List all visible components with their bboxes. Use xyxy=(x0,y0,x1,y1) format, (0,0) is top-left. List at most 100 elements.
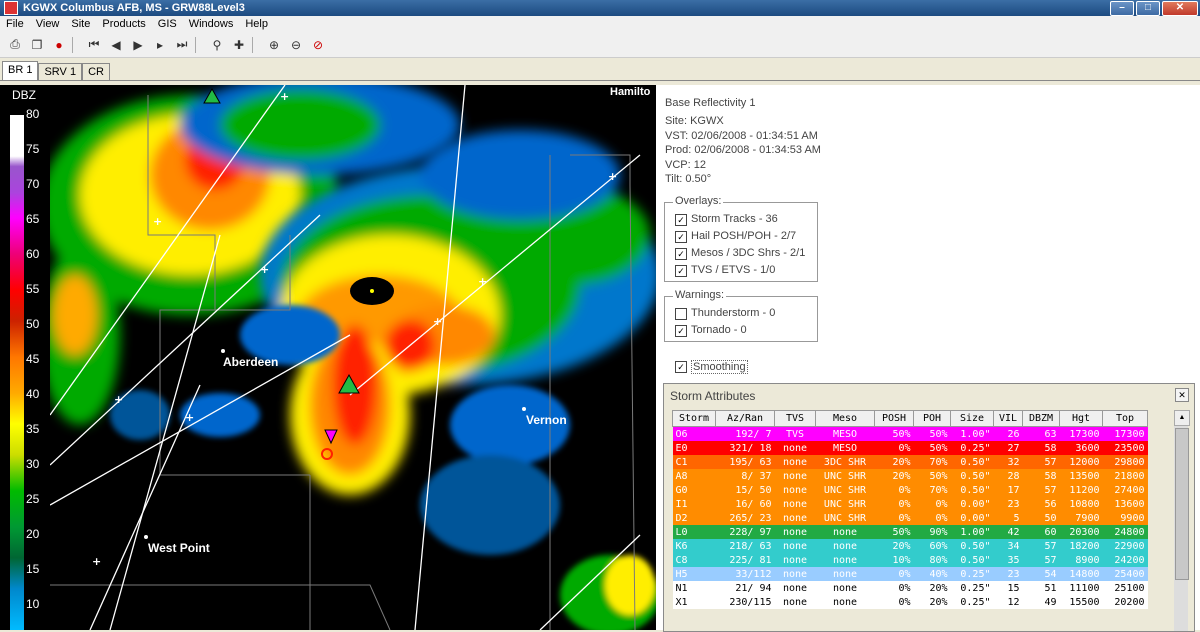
overlay-hail-checkbox[interactable]: ✓ xyxy=(675,231,687,243)
menu-site[interactable]: Site xyxy=(65,18,96,30)
table-cell: 20300 xyxy=(1069,526,1100,538)
table-row[interactable]: C8 225/ 81 none none 10% 80% 0.50" 35 57 8900 2420… xyxy=(672,553,1148,567)
warning-thunderstorm-checkbox[interactable] xyxy=(675,308,687,320)
table-cell: 23 xyxy=(1007,498,1020,510)
maximize-button[interactable]: □ xyxy=(1136,1,1160,16)
table-row[interactable]: E0 321/ 18 none MESO 0% 50% 0.25" 27 58 3600 23500 xyxy=(672,441,1148,455)
tab-br1[interactable]: BR 1 xyxy=(2,61,39,80)
table-cell: 0% xyxy=(935,512,948,524)
warning-tornado-checkbox[interactable]: ✓ xyxy=(675,325,687,337)
zoom-reset-icon[interactable]: ⊘ xyxy=(309,36,327,54)
menu-help[interactable]: Help xyxy=(239,18,274,30)
window-controls: – □ ✕ xyxy=(1110,1,1198,16)
table-cell: 50% xyxy=(892,428,911,440)
scroll-thumb[interactable] xyxy=(1175,428,1189,580)
table-cell: 195/ 63 xyxy=(729,456,772,468)
table-cell: O6 xyxy=(675,428,688,440)
storm-table-scrollbar[interactable]: ▲ xyxy=(1174,410,1190,631)
table-cell: 29800 xyxy=(1114,456,1145,468)
table-cell: 3DC SHR xyxy=(823,456,867,468)
table-row[interactable]: X1 230/115 none none 0% 20% 0.25" 12 49 15500 2020… xyxy=(672,595,1148,609)
zoom-in-icon[interactable]: ⊕ xyxy=(265,36,283,54)
table-row[interactable]: H5 33/112 none none 0% 40% 0.25" 23 54 14800 25400 xyxy=(672,567,1148,581)
table-row[interactable]: D2 265/ 23 none UNC SHR 0% 0% 0.00" 5 50 7900 9900 xyxy=(672,511,1148,525)
last-frame-icon[interactable]: ⏭ xyxy=(173,36,191,54)
overlay-tvs-checkbox[interactable]: ✓ xyxy=(675,265,687,277)
table-row[interactable]: L0 228/ 97 none none 50% 90% 1.00" 42 60 20300 248… xyxy=(672,525,1148,539)
table-cell: 54 xyxy=(1044,568,1057,580)
table-cell: 21/ 94 xyxy=(735,582,772,594)
table-row[interactable]: N1 21/ 94 none none 0% 20% 0.25" 15 51 11100 25100 xyxy=(672,581,1148,595)
color-bar-label: 75 xyxy=(26,142,40,156)
table-cell: 26 xyxy=(1007,428,1020,440)
svg-text:+: + xyxy=(608,170,617,183)
table-cell: 0.00" xyxy=(960,512,991,524)
color-bar-label: 65 xyxy=(26,212,40,226)
step-forward-icon[interactable]: ▸ xyxy=(151,36,169,54)
radar-map[interactable]: + + + + + + + + + Aberdeen Vernon West Point H… xyxy=(50,85,656,630)
table-cell: none xyxy=(832,526,858,538)
crosshair-tool-icon[interactable]: ✚ xyxy=(230,36,248,54)
menu-view[interactable]: View xyxy=(30,18,66,30)
step-back-icon[interactable]: ◀ xyxy=(107,36,125,54)
table-row[interactable]: O6 192/ 7 TVS MESO 50% 50% 1.00" 26 63 17300 17300 xyxy=(672,426,1148,441)
table-cell: TVS xyxy=(785,428,805,440)
column-header[interactable]: Size xyxy=(950,410,994,427)
column-header[interactable]: VIL xyxy=(993,410,1023,427)
menu-windows[interactable]: Windows xyxy=(183,18,240,30)
menu-products[interactable]: Products xyxy=(96,18,151,30)
table-cell: 0% xyxy=(898,582,911,594)
table-row[interactable]: A8 8/ 37 none UNC SHR 20% 50% 0.50" 28 58 13500 21… xyxy=(672,469,1148,483)
column-header[interactable]: Hgt xyxy=(1059,410,1103,427)
column-header[interactable]: DBZM xyxy=(1022,410,1060,427)
overlay-mesos-checkbox[interactable]: ✓ xyxy=(675,248,687,260)
table-cell: 20% xyxy=(929,582,948,594)
table-cell: K6 xyxy=(675,540,688,552)
first-frame-icon[interactable]: ⏮ xyxy=(85,36,103,54)
print-icon[interactable]: ⎙ xyxy=(6,36,24,54)
table-cell: E0 xyxy=(675,442,688,454)
column-header[interactable]: Az/Ran xyxy=(715,410,775,427)
minimize-button[interactable]: – xyxy=(1110,1,1134,16)
column-header[interactable]: POSH xyxy=(874,410,914,427)
table-cell: 24800 xyxy=(1114,526,1145,538)
zoom-tool-icon[interactable]: ⚲ xyxy=(208,36,226,54)
overlay-label: Mesos / 3DC Shrs - 2/1 xyxy=(691,247,806,259)
column-header[interactable]: Storm xyxy=(672,410,716,427)
storm-attributes-close-icon[interactable]: ✕ xyxy=(1175,388,1189,402)
color-bar-label: 80 xyxy=(26,107,40,121)
column-header[interactable]: Meso xyxy=(815,410,875,427)
close-button[interactable]: ✕ xyxy=(1162,1,1198,16)
overlay-storm-tracks-checkbox[interactable]: ✓ xyxy=(675,214,687,226)
table-cell: N1 xyxy=(675,582,688,594)
table-row[interactable]: I1 16/ 60 none UNC SHR 0% 0% 0.00" 23 56 10800 136… xyxy=(672,497,1148,511)
table-cell: 11200 xyxy=(1069,484,1100,496)
table-cell: H5 xyxy=(675,568,688,580)
table-row[interactable]: K6 218/ 63 none none 20% 60% 0.50" 34 57 18200 229… xyxy=(672,539,1148,553)
color-bar-label: 30 xyxy=(26,457,40,471)
city-label-hamilton: Hamilto xyxy=(610,86,651,98)
table-cell: C1 xyxy=(675,456,688,468)
tab-cr[interactable]: CR xyxy=(82,63,110,80)
window-title: KGWX Columbus AFB, MS - GRW88Level3 xyxy=(23,2,245,14)
table-cell: 49 xyxy=(1044,596,1057,608)
play-icon[interactable]: ▶ xyxy=(129,36,147,54)
city-label-aberdeen: Aberdeen xyxy=(223,355,278,369)
record-icon[interactable]: ● xyxy=(50,36,68,54)
zoom-out-icon[interactable]: ⊖ xyxy=(287,36,305,54)
table-cell: 23500 xyxy=(1114,442,1145,454)
table-cell: 0.25" xyxy=(960,568,991,580)
column-header[interactable]: Top xyxy=(1102,410,1148,427)
column-header[interactable]: TVS xyxy=(774,410,816,427)
table-cell: 57 xyxy=(1044,554,1057,566)
menu-file[interactable]: File xyxy=(0,18,30,30)
table-row[interactable]: G0 15/ 50 none UNC SHR 0% 70% 0.50" 17 57 11200 27… xyxy=(672,483,1148,497)
copy-icon[interactable]: ❐ xyxy=(28,36,46,54)
tab-srv1[interactable]: SRV 1 xyxy=(38,63,83,80)
menu-gis[interactable]: GIS xyxy=(152,18,183,30)
column-header[interactable]: POH xyxy=(913,410,951,427)
smoothing-checkbox[interactable]: ✓ xyxy=(675,361,687,373)
table-row[interactable]: C1 195/ 63 none 3DC SHR 20% 70% 0.50" 32 57 12000… xyxy=(672,455,1148,469)
table-cell: 3600 xyxy=(1075,442,1100,454)
scroll-up-icon[interactable]: ▲ xyxy=(1174,410,1190,426)
